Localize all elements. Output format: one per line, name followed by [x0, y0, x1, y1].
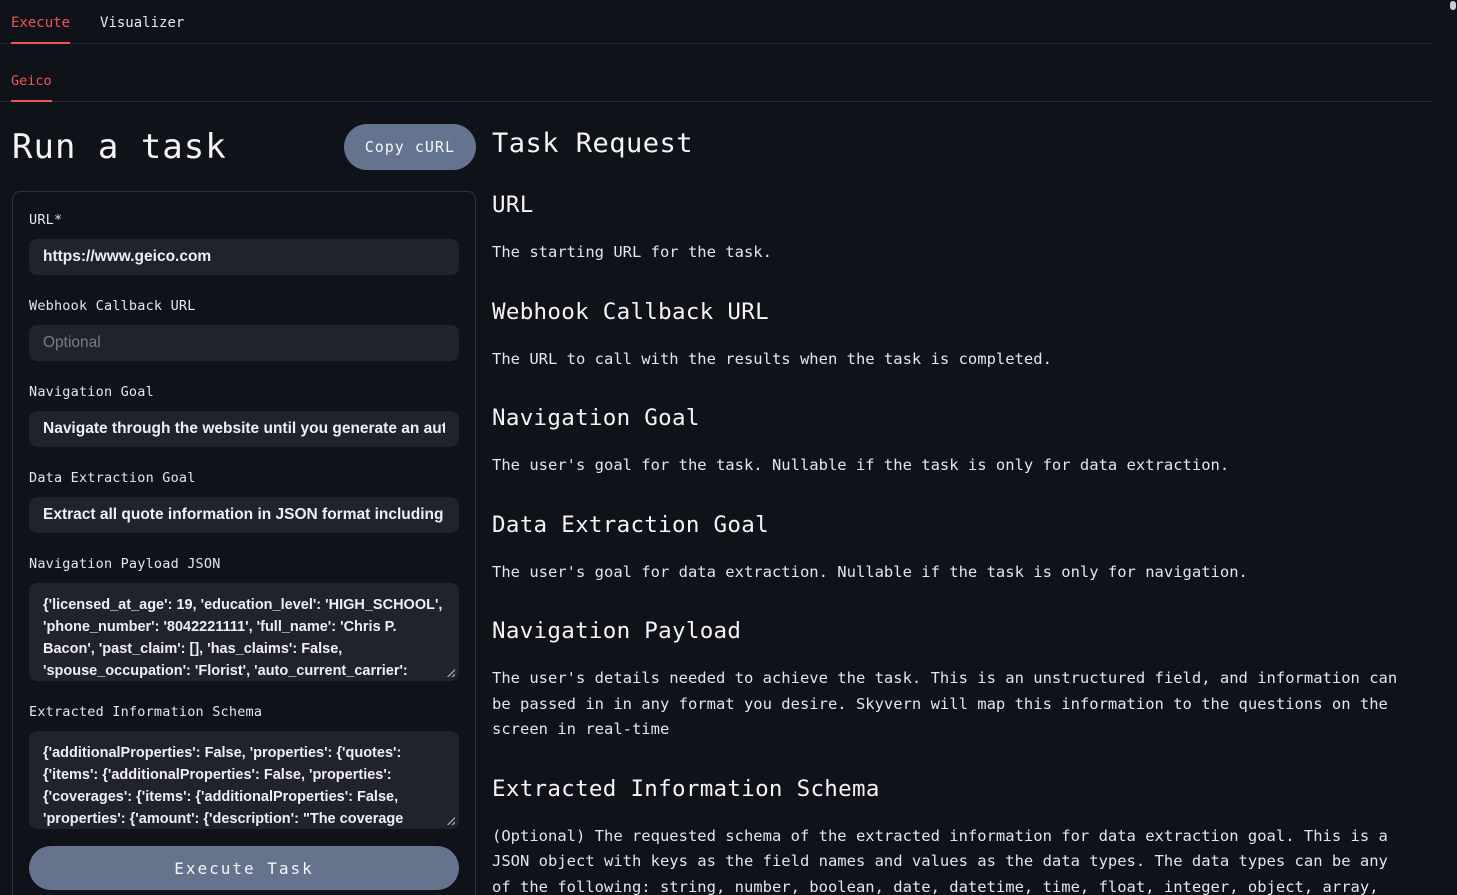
doc-section-extracted-information-schema: Extracted Information Schema (Optional) … [492, 776, 1424, 895]
docs-title: Task Request [492, 128, 1432, 159]
tab-execute[interactable]: Execute [11, 15, 70, 43]
extracted-information-schema-textarea[interactable]: {'additionalProperties': False, 'propert… [29, 731, 459, 829]
doc-body: The user's goal for the task. Nullable i… [492, 453, 1412, 479]
execute-task-button[interactable]: Execute Task [29, 846, 459, 890]
doc-heading: Webhook Callback URL [492, 299, 1424, 325]
navigation-payload-json-textarea[interactable]: {'licensed_at_age': 19, 'education_level… [29, 583, 459, 681]
doc-body: The user's details needed to achieve the… [492, 666, 1412, 743]
main-content: Run a task Copy cURL URL* Webhook Callba… [0, 102, 1432, 895]
doc-heading: Data Extraction Goal [492, 512, 1424, 538]
doc-section-navigation-goal: Navigation Goal The user's goal for the … [492, 405, 1424, 479]
data-extraction-goal-input[interactable] [29, 497, 459, 533]
copy-curl-button[interactable]: Copy cURL [344, 124, 476, 170]
doc-section-webhook-callback-url: Webhook Callback URL The URL to call wit… [492, 299, 1424, 373]
field-navigation-goal: Navigation Goal [29, 384, 459, 447]
webhook-callback-url-label: Webhook Callback URL [29, 298, 459, 314]
form-header: Run a task Copy cURL [12, 124, 476, 170]
tab-geico[interactable]: Geico [11, 73, 52, 101]
field-webhook-callback-url: Webhook Callback URL [29, 298, 459, 361]
navigation-goal-label: Navigation Goal [29, 384, 459, 400]
doc-heading: URL [492, 192, 1424, 218]
data-extraction-goal-label: Data Extraction Goal [29, 470, 459, 486]
doc-heading: Navigation Payload [492, 618, 1424, 644]
doc-section-data-extraction-goal: Data Extraction Goal The user's goal for… [492, 512, 1424, 586]
doc-body: The starting URL for the task. [492, 240, 1412, 266]
secondary-tabbar: Geico [0, 44, 1432, 102]
primary-tabbar: Execute Visualizer [0, 0, 1432, 44]
doc-body: (Optional) The requested schema of the e… [492, 824, 1412, 895]
navigation-goal-input[interactable] [29, 411, 459, 447]
url-input[interactable] [29, 239, 459, 275]
navigation-payload-json-label: Navigation Payload JSON [29, 556, 459, 572]
vertical-scrollbar-thumb[interactable] [1450, 1, 1456, 10]
doc-section-url: URL The starting URL for the task. [492, 192, 1424, 266]
tab-visualizer[interactable]: Visualizer [100, 15, 184, 43]
task-form-column: Run a task Copy cURL URL* Webhook Callba… [12, 120, 476, 895]
url-label: URL* [29, 212, 459, 228]
field-url: URL* [29, 212, 459, 275]
task-request-docs: Task Request URL The starting URL for th… [476, 120, 1432, 895]
doc-heading: Navigation Goal [492, 405, 1424, 431]
doc-body: The URL to call with the results when th… [492, 347, 1412, 373]
field-extracted-information-schema: Extracted Information Schema {'additiona… [29, 704, 459, 829]
page-title: Run a task [12, 127, 227, 167]
field-data-extraction-goal: Data Extraction Goal [29, 470, 459, 533]
doc-heading: Extracted Information Schema [492, 776, 1424, 802]
page: Execute Visualizer Geico Run a task Copy… [0, 0, 1432, 895]
task-form-card: URL* Webhook Callback URL Navigation Goa… [12, 191, 476, 895]
doc-section-navigation-payload: Navigation Payload The user's details ne… [492, 618, 1424, 743]
extracted-information-schema-label: Extracted Information Schema [29, 704, 459, 720]
doc-body: The user's goal for data extraction. Nul… [492, 560, 1412, 586]
webhook-callback-url-input[interactable] [29, 325, 459, 361]
field-navigation-payload-json: Navigation Payload JSON {'licensed_at_ag… [29, 556, 459, 681]
